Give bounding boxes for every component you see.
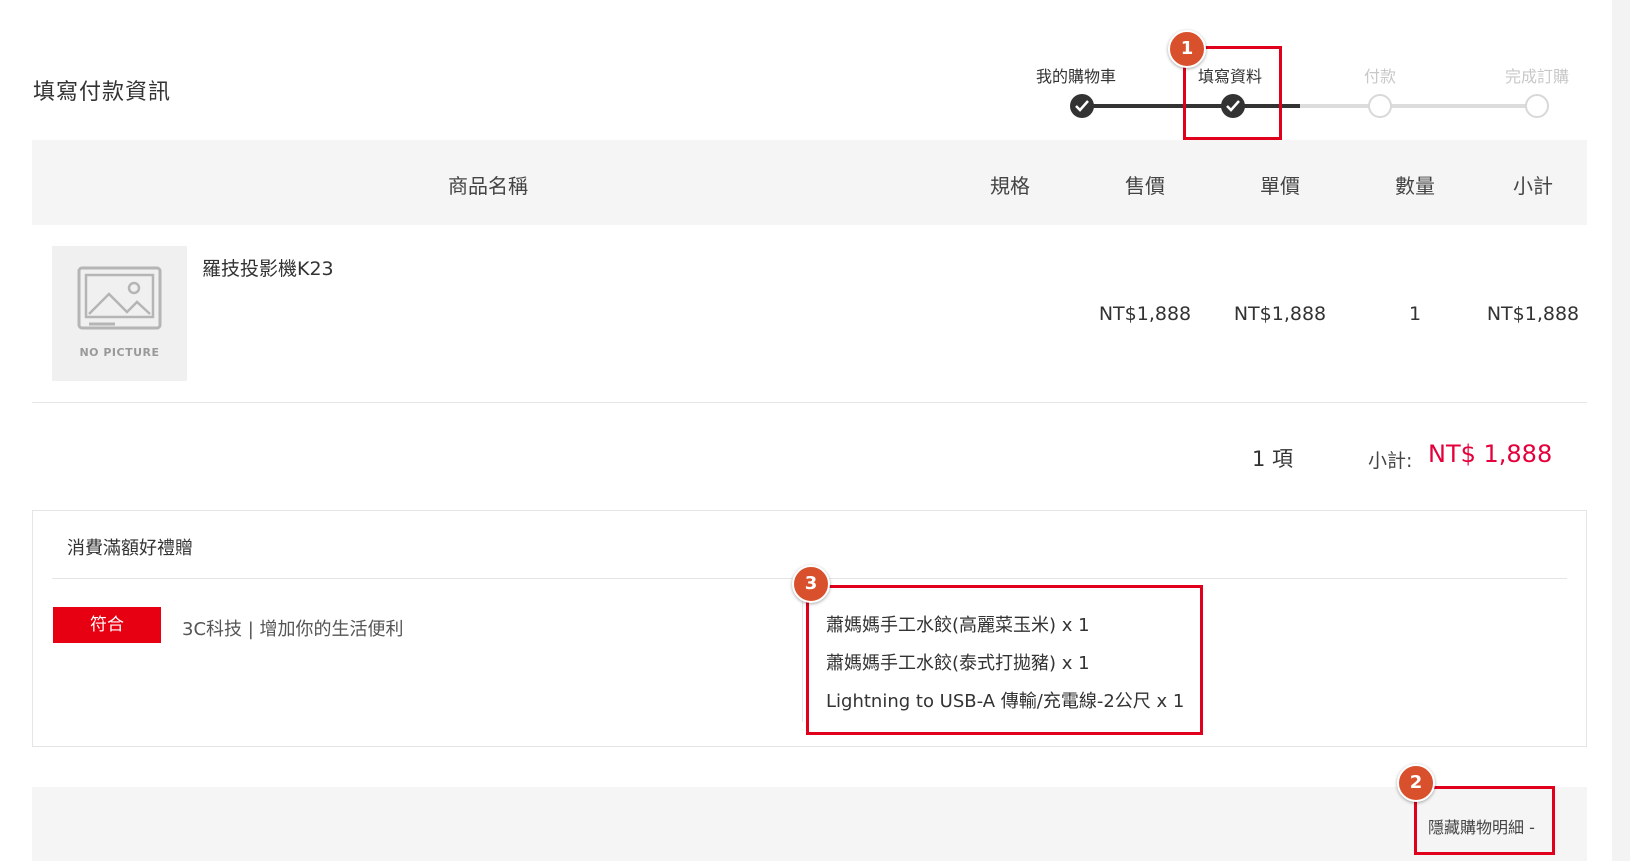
col-header-name: 商品名稱 bbox=[448, 174, 528, 198]
product-unit-price: NT$1,888 bbox=[1233, 303, 1327, 325]
page-scrollbar[interactable] bbox=[1612, 0, 1630, 861]
step-label-complete: 完成訂購 bbox=[1504, 67, 1570, 86]
step-complete-dot bbox=[1525, 94, 1549, 118]
product-subtotal: NT$1,888 bbox=[1486, 303, 1580, 325]
annotation-marker-3: 3 bbox=[792, 565, 830, 603]
gift-title: 消費滿額好禮贈 bbox=[67, 538, 193, 559]
no-picture-icon bbox=[77, 266, 162, 330]
eligible-badge: 符合 bbox=[53, 607, 161, 643]
row-divider bbox=[32, 402, 1587, 403]
cart-detail-footer bbox=[32, 787, 1587, 861]
step-payment-dot bbox=[1368, 94, 1392, 118]
annotation-marker-1: 1 bbox=[1168, 30, 1206, 68]
product-name[interactable]: 羅技投影機K23 bbox=[202, 254, 334, 281]
product-price: NT$1,888 bbox=[1098, 303, 1192, 325]
step-label-cart: 我的購物車 bbox=[1035, 67, 1117, 86]
cart-table-header bbox=[32, 140, 1587, 225]
no-picture-label: NO PICTURE bbox=[79, 346, 160, 359]
col-header-price: 售價 bbox=[1125, 174, 1165, 198]
col-header-unit-price: 單價 bbox=[1260, 174, 1300, 198]
col-header-spec: 規格 bbox=[990, 174, 1030, 198]
gift-vertical-divider bbox=[802, 600, 803, 722]
step-progress-todo bbox=[1300, 104, 1536, 108]
col-header-subtotal: 小計 bbox=[1513, 174, 1553, 198]
highlight-box-toggle bbox=[1414, 786, 1555, 855]
subtotal-value: NT$ 1,888 bbox=[1428, 440, 1553, 468]
product-image-placeholder: NO PICTURE bbox=[52, 246, 187, 381]
col-header-quantity: 數量 bbox=[1395, 174, 1435, 198]
page-title: 填寫付款資訊 bbox=[33, 80, 172, 105]
step-cart-check-icon bbox=[1070, 94, 1094, 118]
step-label-payment: 付款 bbox=[1363, 67, 1397, 86]
annotation-marker-2: 2 bbox=[1397, 764, 1435, 802]
product-quantity: 1 bbox=[1408, 303, 1422, 325]
highlight-box-gifts bbox=[806, 585, 1203, 735]
gift-condition: 3C科技 | 增加你的生活便利 bbox=[182, 619, 404, 640]
subtotal-label: 小計: bbox=[1368, 450, 1413, 472]
item-count: 1 項 bbox=[1252, 447, 1294, 471]
